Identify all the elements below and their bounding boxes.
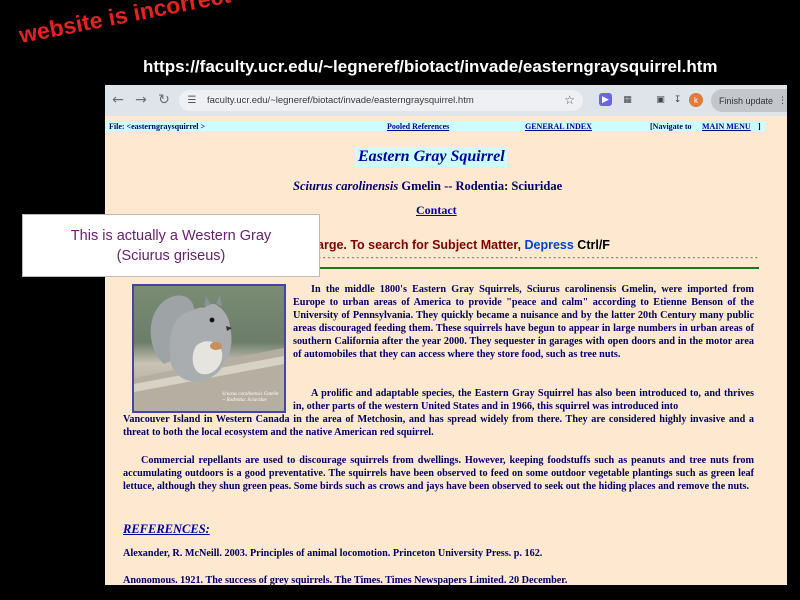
search-key: Ctrl/F xyxy=(573,238,610,252)
main-menu-link[interactable]: MAIN MENU xyxy=(702,122,751,131)
star-icon[interactable]: ☆ xyxy=(564,93,575,107)
finish-update-label: Finish update xyxy=(719,95,774,106)
page-title: Eastern Gray Squirrel xyxy=(355,147,508,167)
search-prefix: arge. To search for Subject Matter, xyxy=(317,238,525,252)
paragraph-spread-b: Vancouver Island in Western Canada in th… xyxy=(123,414,754,438)
back-arrow-icon[interactable]: ← xyxy=(107,89,129,111)
dash-separator: ----------------------------------------… xyxy=(317,255,759,263)
references-heading: REFERENCES: xyxy=(123,522,210,536)
contact-link[interactable]: Contact xyxy=(416,203,457,218)
address-url[interactable]: faculty.ucr.edu/~legneref/biotact/invade… xyxy=(207,95,474,106)
search-instruction: arge. To search for Subject Matter, Depr… xyxy=(317,238,610,252)
url-annotation: https://faculty.ucr.edu/~legneref/biotac… xyxy=(143,57,718,76)
general-index-link[interactable]: GENERAL INDEX xyxy=(525,122,592,131)
more-vert-icon[interactable]: ⋮ xyxy=(778,96,787,106)
website-incorrect-annotation: website is incorrect xyxy=(16,0,233,49)
pooled-references-link[interactable]: Pooled References xyxy=(387,122,449,131)
file-label: File: <easterngraysquirrel > xyxy=(109,122,206,131)
paragraph-intro: In the middle 1800's Eastern Gray Squirr… xyxy=(293,284,754,360)
site-info-icon[interactable]: ☰ xyxy=(185,94,199,108)
scientific-name: Sciurus carolinensis Gmelin -- Rodentia:… xyxy=(293,179,562,194)
address-bar[interactable]: ☰ faculty.ucr.edu/~legneref/biotact/inva… xyxy=(179,90,583,111)
tab-search-icon[interactable]: ▣ xyxy=(654,93,667,106)
scrollbar[interactable] xyxy=(779,116,787,585)
sci-name-rest: Gmelin -- Rodentia: Sciuridae xyxy=(398,179,563,193)
callout-line-2: (Sciurus griseus) xyxy=(116,247,226,264)
extensions-puzzle-icon[interactable]: ▦ xyxy=(621,93,634,106)
navigate-suffix: ] xyxy=(758,122,761,131)
reference-item: Alexander, R. McNeill. 2003. Principles … xyxy=(123,548,543,559)
paragraph-spread-a: A prolific and adaptable species, the Ea… xyxy=(293,388,754,412)
sci-name-italic: Sciurus carolinensis xyxy=(293,179,399,193)
forward-arrow-icon[interactable]: → xyxy=(130,89,152,111)
navigate-prefix: [Navigate to xyxy=(650,122,692,131)
download-icon[interactable]: ↧ xyxy=(671,93,684,106)
top-navigation-bar: File: <easterngraysquirrel > Pooled Refe… xyxy=(105,121,765,132)
callout-line-1: This is actually a Western Gray xyxy=(70,227,272,244)
squirrel-photo: Sciurus carolinensis Gmelin -- Rodentia:… xyxy=(132,284,286,413)
avatar[interactable]: k xyxy=(689,93,703,107)
reference-item: Anonomous. 1921. The success of grey squ… xyxy=(123,575,568,585)
search-depress: Depress xyxy=(524,238,574,252)
photo-caption: Sciurus carolinensis Gmelin -- Rodentia:… xyxy=(222,392,279,403)
reload-icon[interactable]: ↻ xyxy=(153,89,175,111)
extension-play-icon[interactable]: ▶ xyxy=(599,93,612,106)
paragraph-repellants: Commercial repellants are used to discou… xyxy=(123,455,754,492)
western-gray-callout: This is actually a Western Gray (Sciurus… xyxy=(22,214,320,277)
finish-update-button[interactable]: Finish update ⋮ xyxy=(711,89,787,112)
browser-window: ← → ↻ ☰ faculty.ucr.edu/~legneref/biotac… xyxy=(105,85,787,585)
browser-toolbar: ← → ↻ ☰ faculty.ucr.edu/~legneref/biotac… xyxy=(105,85,787,116)
